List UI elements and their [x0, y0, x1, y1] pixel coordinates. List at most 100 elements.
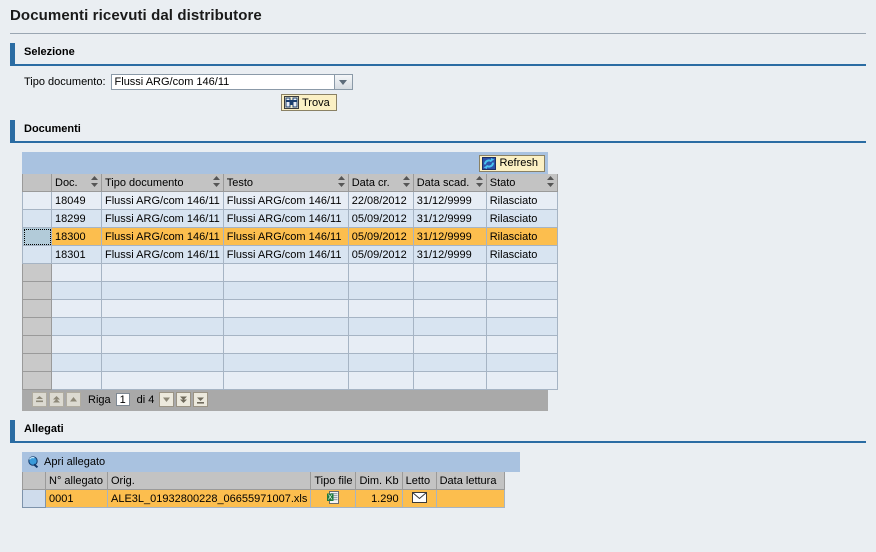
svg-text:X: X — [328, 494, 333, 501]
documents-header-row: Doc. Tipo documento Testo Data cr. Data … — [22, 174, 558, 192]
sort-icon[interactable] — [91, 175, 98, 190]
pager-current-input[interactable]: 1 — [115, 393, 130, 406]
first-page-icon[interactable] — [32, 392, 47, 407]
magnifier-icon[interactable] — [27, 456, 40, 469]
cell-empty — [485, 281, 558, 300]
row-select-cell[interactable] — [22, 209, 52, 228]
cell-doc: 18300 — [51, 227, 102, 246]
col-header-tipo-documento[interactable]: Tipo documento — [101, 174, 224, 192]
cell-stato: Rilasciato — [485, 209, 558, 228]
sort-icon[interactable] — [475, 175, 483, 190]
cell-n-allegato: 0001 — [45, 489, 108, 508]
cell-doc: 18049 — [51, 191, 102, 210]
col-header-orig[interactable]: Orig. — [106, 472, 312, 490]
select-all-header[interactable] — [22, 174, 52, 192]
find-button-label: Trova — [302, 96, 330, 109]
prev-row-icon[interactable] — [66, 392, 81, 407]
cell-stato: Rilasciato — [485, 227, 558, 246]
next-row-icon[interactable] — [159, 392, 175, 407]
table-row[interactable]: 18300 Flussi ARG/com 146/11 Flussi ARG/com… — [22, 227, 558, 246]
documents-toolbar: Refresh — [22, 152, 548, 174]
col-header-testo[interactable]: Testo — [222, 174, 349, 192]
cell-empty — [485, 353, 558, 372]
cell-empty — [485, 317, 558, 336]
pager: Riga 1 di 4 — [22, 390, 548, 407]
sort-icon[interactable] — [546, 175, 554, 190]
table-row[interactable]: 18049 Flussi ARG/com 146/11 Flussi ARG/com… — [22, 191, 558, 210]
cell-data-scad: 31/12/9999 — [412, 209, 487, 228]
cell-empty — [101, 263, 224, 282]
col-header-n-allegato[interactable]: N° allegato — [45, 472, 108, 490]
cell-empty — [347, 371, 414, 390]
documents-table: Doc. Tipo documento Testo Data cr. Data … — [22, 174, 558, 390]
refresh-button[interactable]: Refresh — [479, 154, 545, 172]
attachment-select-header[interactable] — [22, 472, 46, 490]
col-header-doc[interactable]: Doc. — [51, 174, 102, 192]
sort-icon[interactable] — [212, 175, 220, 190]
table-row-empty — [22, 263, 558, 282]
cell-empty — [222, 371, 349, 390]
last-page-icon[interactable] — [193, 392, 209, 407]
cell-empty — [347, 353, 414, 372]
refresh-button-label: Refresh — [499, 157, 538, 169]
cell-empty — [222, 281, 349, 300]
envelope-icon[interactable] — [401, 489, 437, 508]
cell-tipo-documento: Flussi ARG/com 146/11 — [101, 191, 224, 210]
section-title-documenti: Documenti — [24, 123, 81, 135]
cell-data-lettura — [435, 489, 505, 508]
section-header-documenti: Documenti — [10, 120, 866, 141]
find-button[interactable]: Trova — [281, 94, 337, 111]
cell-empty — [51, 263, 102, 282]
section-accent-bar — [10, 420, 15, 441]
sort-icon[interactable] — [337, 175, 345, 190]
cell-data-cr: 22/08/2012 — [347, 191, 414, 210]
cell-empty — [412, 317, 487, 336]
row-select-cell[interactable] — [22, 245, 52, 264]
col-header-stato[interactable]: Stato — [485, 174, 558, 192]
table-row-empty — [22, 353, 558, 372]
doc-type-select[interactable]: Flussi ARG/com 146/11 — [110, 74, 353, 90]
col-header-tipo-file[interactable]: Tipo file — [310, 472, 357, 490]
chevron-down-icon[interactable] — [333, 75, 352, 89]
find-button-row: Trova — [0, 90, 876, 111]
row-select-cell — [22, 281, 52, 300]
cell-empty — [485, 263, 558, 282]
cell-empty — [222, 335, 349, 354]
cell-empty — [347, 281, 414, 300]
sort-icon[interactable] — [402, 175, 410, 190]
col-header-dim-kb[interactable]: Dim. Kb — [355, 472, 403, 490]
cell-data-cr: 05/09/2012 — [347, 245, 414, 264]
cell-empty — [412, 371, 487, 390]
excel-file-icon[interactable]: X — [310, 489, 357, 508]
documents-footer: Riga 1 di 4 — [22, 390, 548, 411]
open-attachment-button[interactable]: Apri allegato — [44, 456, 105, 468]
cell-empty — [222, 299, 349, 318]
col-header-data-cr[interactable]: Data cr. — [347, 174, 414, 192]
col-header-data-lettura[interactable]: Data lettura — [435, 472, 505, 490]
cell-data-scad: 31/12/9999 — [412, 245, 487, 264]
row-select-cell — [22, 317, 52, 336]
table-row[interactable]: 18301 Flussi ARG/com 146/11 Flussi ARG/com… — [22, 245, 558, 264]
col-header-data-scad[interactable]: Data scad. — [412, 174, 487, 192]
cell-empty — [412, 263, 487, 282]
row-select-cell — [22, 335, 52, 354]
cell-tipo-documento: Flussi ARG/com 146/11 — [101, 245, 224, 264]
table-row[interactable]: 18299 Flussi ARG/com 146/11 Flussi ARG/com… — [22, 209, 558, 228]
next-page-icon[interactable] — [176, 392, 192, 407]
cell-empty — [347, 335, 414, 354]
table-row[interactable]: 0001 ALE3L_01932800228_06655971007.xls X 1.… — [22, 489, 505, 508]
section-title-selezione: Selezione — [24, 46, 75, 58]
cell-empty — [101, 281, 224, 300]
row-select-cell[interactable] — [22, 191, 52, 210]
row-select-cell[interactable] — [22, 227, 52, 246]
cell-empty — [222, 353, 349, 372]
section-divider-allegati — [10, 441, 866, 443]
cell-testo: Flussi ARG/com 146/11 — [222, 209, 349, 228]
section-documenti: Documenti Refresh Doc. Tipo documento Te… — [0, 120, 876, 411]
prev-page-icon[interactable] — [49, 392, 64, 407]
cell-data-cr: 05/09/2012 — [347, 209, 414, 228]
col-header-data-cr-label: Data cr. — [351, 176, 390, 189]
cell-stato: Rilasciato — [485, 245, 558, 264]
row-select-cell[interactable] — [22, 489, 46, 508]
col-header-letto[interactable]: Letto — [401, 472, 437, 490]
